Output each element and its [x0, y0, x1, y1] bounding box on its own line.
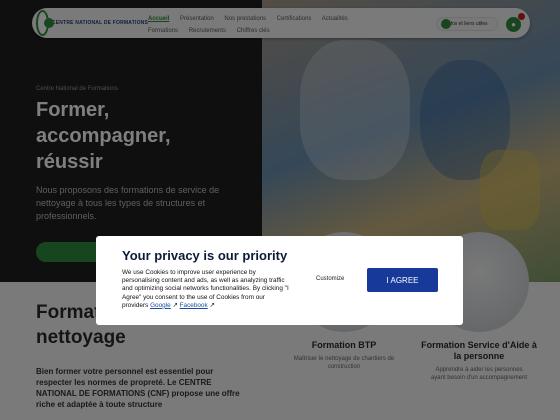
- google-link[interactable]: Google: [150, 302, 171, 309]
- cookie-overlay: [0, 0, 560, 420]
- agree-button[interactable]: I AGREE: [367, 268, 438, 292]
- cookie-title: Your privacy is our priority: [122, 248, 288, 263]
- cookie-dialog: Your privacy is our priority We use Cook…: [96, 236, 463, 325]
- customize-button[interactable]: Customize: [316, 276, 344, 282]
- external-link-icon: ↗: [172, 301, 178, 309]
- external-link-icon: ↗: [209, 301, 215, 309]
- cookie-body: We use Cookies to improve user experienc…: [122, 269, 292, 310]
- facebook-link[interactable]: Facebook: [180, 302, 208, 309]
